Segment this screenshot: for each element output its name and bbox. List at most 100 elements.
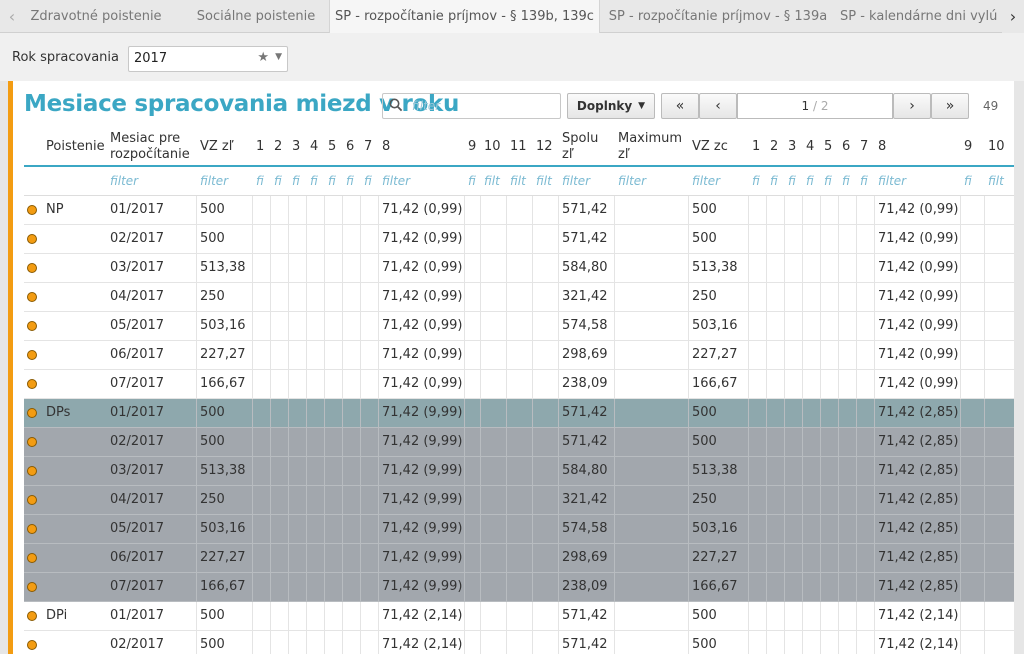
column-header[interactable]: Maximum zľ xyxy=(618,127,688,167)
tab-sp-kalendarne-dni[interactable]: SP - kalendárne dni vylú xyxy=(840,0,1002,33)
column-header[interactable]: 1 xyxy=(752,127,766,167)
tab-scroll-left-icon[interactable]: ‹ xyxy=(2,0,22,33)
column-header[interactable]: 1 xyxy=(256,127,270,167)
column-header[interactable]: 2 xyxy=(274,127,288,167)
column-filter-input[interactable]: fi xyxy=(770,167,784,196)
column-filter-input[interactable]: fi xyxy=(328,167,342,196)
column-header[interactable]: Mesiac pre rozpočítanie xyxy=(110,127,196,167)
last-page-button[interactable]: » xyxy=(931,93,969,119)
insurance-type-cell xyxy=(46,341,106,369)
column-filter-input[interactable]: fi xyxy=(274,167,288,196)
year-select[interactable]: 2017 ★ ▼ xyxy=(128,46,288,72)
table-row[interactable]: 05/2017 503,16 71,42 (0,99) 574,58 503,16 71,… xyxy=(24,312,1014,341)
column-filter-input[interactable]: filter xyxy=(618,167,688,196)
column-filter-input[interactable]: fi xyxy=(860,167,874,196)
column-filter-input[interactable]: filter xyxy=(382,167,464,196)
vz-zl-cell: 513,38 xyxy=(200,260,246,275)
column-filter-input[interactable]: fi xyxy=(346,167,360,196)
column-filter-input[interactable]: fi xyxy=(752,167,766,196)
column-header[interactable]: 12 xyxy=(536,127,558,167)
table-row[interactable]: NP 01/2017 500 71,42 (0,99) 571,42 500 71,42 (… xyxy=(24,196,1014,225)
column-filter-input[interactable]: fi xyxy=(806,167,820,196)
table-row[interactable]: 02/2017 500 71,42 (2,14) 571,42 500 71,42 (2,… xyxy=(24,631,1014,654)
column-filter-input[interactable]: fi xyxy=(364,167,378,196)
column-header[interactable]: 6 xyxy=(842,127,856,167)
table-row[interactable]: DPs 01/2017 500 71,42 (9,99) 571,42 500 71,42 … xyxy=(24,399,1014,428)
vz-zc-cell: 166,67 xyxy=(692,579,738,594)
column-filter-input[interactable]: fi xyxy=(842,167,856,196)
table-row[interactable]: 07/2017 166,67 71,42 (9,99) 238,09 166,67 71,… xyxy=(24,573,1014,602)
tab-scroll-right-icon[interactable]: › xyxy=(1002,0,1024,33)
tab-socialne-poistenie[interactable]: Sociálne poistenie xyxy=(184,0,328,33)
table-row[interactable]: 02/2017 500 71,42 (9,99) 571,42 500 71,42 (2,… xyxy=(24,428,1014,457)
table-row[interactable]: 05/2017 503,16 71,42 (9,99) 574,58 503,16 71,… xyxy=(24,515,1014,544)
tab-zdravotne-poistenie[interactable]: Zdravotné poistenie xyxy=(22,0,170,33)
column-filter-input[interactable]: fi xyxy=(310,167,324,196)
vz-zl-cell: 250 xyxy=(200,289,225,304)
status-dot-icon xyxy=(27,582,37,592)
table-row[interactable]: DPi 01/2017 500 71,42 (2,14) 571,42 500 71,42 … xyxy=(24,602,1014,631)
table-row[interactable]: 04/2017 250 71,42 (9,99) 321,42 250 71,42 (2,… xyxy=(24,486,1014,515)
column-header[interactable]: 7 xyxy=(860,127,874,167)
table-row[interactable]: 03/2017 513,38 71,42 (9,99) 584,80 513,38 71,… xyxy=(24,457,1014,486)
column-header[interactable]: 3 xyxy=(788,127,802,167)
column-filter-input[interactable]: filt xyxy=(536,167,558,196)
table-row[interactable]: 06/2017 227,27 71,42 (9,99) 298,69 227,27 71,… xyxy=(24,544,1014,573)
column-filter-input[interactable]: fi xyxy=(256,167,270,196)
column-filter-input[interactable]: filt xyxy=(988,167,1014,196)
column-header[interactable]: 9 xyxy=(468,127,480,167)
column-header[interactable]: 4 xyxy=(806,127,820,167)
table-row[interactable]: 07/2017 166,67 71,42 (0,99) 238,09 166,67 71,… xyxy=(24,370,1014,399)
column-header[interactable]: VZ zc xyxy=(692,127,748,167)
column-filter-input[interactable]: fi xyxy=(788,167,802,196)
star-icon[interactable]: ★ xyxy=(257,50,269,65)
column-filter-input[interactable]: filt xyxy=(510,167,532,196)
column-filter-input[interactable]: filter xyxy=(562,167,614,196)
tab-sp-rozpocitanie-139b[interactable]: SP - rozpočítanie príjmov - § 139b, 139c xyxy=(329,0,600,34)
month-cell: 05/2017 xyxy=(110,318,165,333)
vz-zl-cell: 227,27 xyxy=(200,347,246,362)
column-header[interactable]: 10 xyxy=(988,127,1014,167)
column-header[interactable]: 5 xyxy=(328,127,342,167)
doplnky-label: Doplnky xyxy=(576,99,633,113)
column-header[interactable]: 6 xyxy=(346,127,360,167)
next-page-button[interactable]: › xyxy=(893,93,931,119)
first-page-button[interactable]: « xyxy=(661,93,699,119)
column-header[interactable]: 8 xyxy=(878,127,960,167)
column-header[interactable]: 11 xyxy=(510,127,532,167)
column-filter-input[interactable]: fi xyxy=(964,167,984,196)
column-filter-input[interactable]: filt xyxy=(484,167,506,196)
column-header[interactable]: 10 xyxy=(484,127,506,167)
page-indicator[interactable]: 1 / 2 xyxy=(737,93,893,119)
column-header[interactable]: Spolu zľ xyxy=(562,127,614,167)
spolu-zl-cell: 321,42 xyxy=(562,492,608,507)
search-input[interactable]: filter xyxy=(382,93,561,119)
column-header[interactable]: 3 xyxy=(292,127,306,167)
chevron-down-icon[interactable]: ▼ xyxy=(275,52,282,62)
column-header[interactable]: VZ zľ xyxy=(200,127,252,167)
month-8-cell: 71,42 (9,99) xyxy=(382,463,463,478)
column-header[interactable]: 4 xyxy=(310,127,324,167)
column-header[interactable]: 2 xyxy=(770,127,784,167)
column-header[interactable]: 5 xyxy=(824,127,838,167)
column-filter-input[interactable]: filter xyxy=(692,167,748,196)
column-filter-input[interactable]: fi xyxy=(292,167,306,196)
column-header[interactable]: Poistenie xyxy=(46,127,106,167)
table-row[interactable]: 06/2017 227,27 71,42 (0,99) 298,69 227,27 71,… xyxy=(24,341,1014,370)
column-header[interactable]: 9 xyxy=(964,127,984,167)
column-filter-input[interactable]: filter xyxy=(878,167,960,196)
column-filter-input[interactable]: filter xyxy=(110,167,196,196)
column-filter-input[interactable] xyxy=(46,167,106,196)
column-filter-input[interactable]: filter xyxy=(200,167,252,196)
spolu-zl-cell: 238,09 xyxy=(562,376,608,391)
table-row[interactable]: 03/2017 513,38 71,42 (0,99) 584,80 513,38 71,… xyxy=(24,254,1014,283)
column-filter-input[interactable]: fi xyxy=(824,167,838,196)
column-header[interactable]: 8 xyxy=(382,127,464,167)
column-filter-input[interactable]: fi xyxy=(468,167,480,196)
table-row[interactable]: 04/2017 250 71,42 (0,99) 321,42 250 71,42 (0,… xyxy=(24,283,1014,312)
column-header[interactable]: 7 xyxy=(364,127,378,167)
prev-page-button[interactable]: ‹ xyxy=(699,93,737,119)
tab-sp-rozpocitanie-139a[interactable]: SP - rozpočítanie príjmov - § 139a xyxy=(604,0,832,33)
table-row[interactable]: 02/2017 500 71,42 (0,99) 571,42 500 71,42 (0,… xyxy=(24,225,1014,254)
doplnky-button[interactable]: Doplnky ▼ xyxy=(567,93,655,119)
